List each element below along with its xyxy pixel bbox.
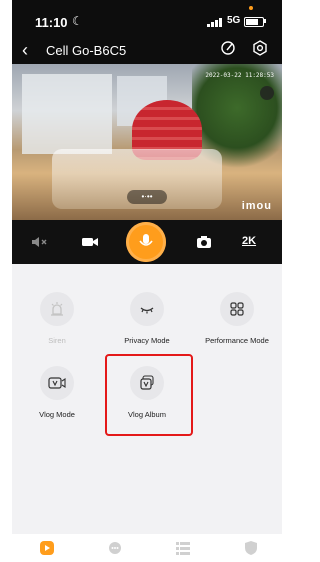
video-timestamp: 2022-03-22 11:28:53 (205, 72, 274, 79)
network-label: 5G (227, 15, 241, 26)
siren-label: Siren (48, 336, 66, 345)
snapshot-icon[interactable] (192, 230, 216, 254)
battery-icon (244, 17, 264, 27)
live-video[interactable]: 2022-03-22 11:28:53 •·•• imou (12, 64, 282, 220)
brand-watermark: imou (241, 200, 272, 212)
control-bar: 2K (12, 220, 282, 264)
privacy-mode-tile[interactable]: Privacy Mode (107, 292, 187, 345)
camera-badge-icon (260, 86, 274, 100)
highlight-box (105, 354, 193, 436)
siren-icon (51, 302, 63, 316)
vlog-mode-label: Vlog Mode (39, 410, 75, 419)
vlog-icon (48, 377, 66, 389)
vlog-mode-tile[interactable]: Vlog Mode (17, 366, 97, 419)
microphone-icon (139, 234, 153, 246)
phone-screen: 11:10 ☾ 5G ‹ Cell Go-B6C5 2022-03-22 11:… (12, 0, 282, 562)
siren-tile[interactable]: Siren (17, 292, 97, 345)
resolution-button[interactable]: 2K (242, 235, 256, 247)
bottom-nav (12, 534, 282, 562)
nav-security-icon[interactable] (242, 540, 260, 556)
talk-button[interactable] (126, 222, 166, 262)
grid-icon (230, 302, 244, 316)
more-options-button[interactable]: •·•• (127, 190, 167, 204)
page-title: Cell Go-B6C5 (46, 43, 127, 58)
edit-icon[interactable] (220, 40, 236, 56)
settings-icon[interactable] (252, 40, 268, 56)
closed-eye-icon (140, 307, 154, 314)
performance-mode-tile[interactable]: Performance Mode (197, 292, 277, 345)
privacy-mode-label: Privacy Mode (124, 336, 170, 345)
performance-mode-label: Performance Mode (205, 336, 269, 345)
app-header: ‹ Cell Go-B6C5 (12, 36, 282, 64)
nav-messages-icon[interactable] (106, 540, 124, 556)
feature-panel: Siren Privacy Mode Performance Mode Vlog… (12, 264, 282, 534)
mute-icon[interactable] (28, 230, 52, 254)
signal-icon (207, 18, 223, 27)
nav-list-icon[interactable] (174, 540, 192, 556)
nav-live-icon[interactable] (38, 540, 56, 556)
back-icon[interactable]: ‹ (22, 40, 28, 61)
record-video-icon[interactable] (78, 230, 102, 254)
recording-indicator (249, 6, 253, 10)
status-time: 11:10 (35, 15, 68, 30)
moon-icon: ☾ (72, 14, 83, 28)
status-bar: 11:10 ☾ 5G (12, 0, 282, 36)
